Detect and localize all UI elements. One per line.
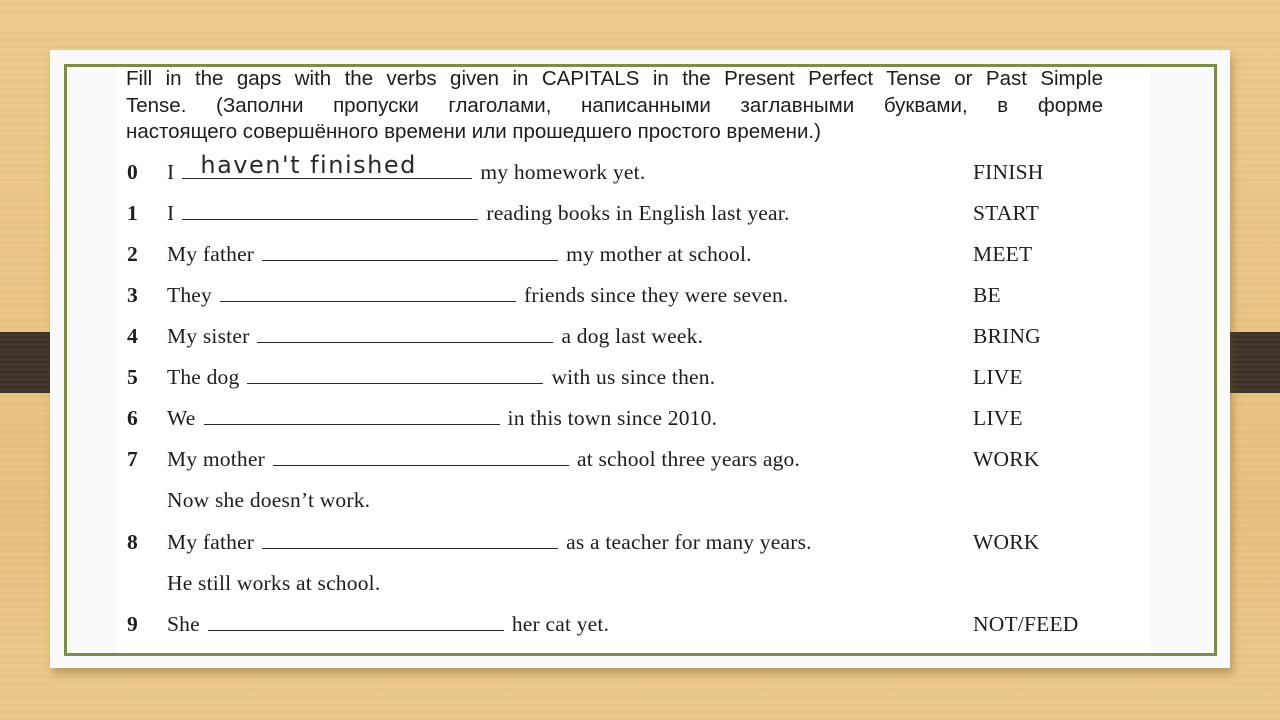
- sentence-end: at school three years ago.: [576, 447, 801, 471]
- exercise-sentence: She her cat yet.: [167, 612, 609, 637]
- exercise-sentence: My father my mother at school.: [167, 242, 752, 267]
- answer-blank[interactable]: [247, 365, 544, 384]
- sentence-end: her cat yet.: [511, 612, 610, 636]
- exercise-sentence: Ihaven't finished my homework yet.: [167, 151, 646, 185]
- sentence-end: friends since they were seven.: [523, 283, 789, 307]
- sentence-start: My father: [167, 242, 255, 266]
- exercise-sentence: My sister a dog last week.: [167, 324, 703, 349]
- instructions-line-1: Fill in the gaps with the verbs given in…: [126, 67, 1103, 90]
- exercise-row: 7 My mother at school three years ago. WO…: [0, 447, 1280, 477]
- exercise-sentence: They friends since they were seven.: [167, 283, 788, 308]
- answer-blank[interactable]: [207, 612, 504, 631]
- sentence-end: in this town since 2010.: [507, 406, 718, 430]
- exercise-row: 5 The dog with us since then. LIVE: [0, 365, 1280, 395]
- answer-blank[interactable]: [257, 324, 554, 343]
- answer-blank[interactable]: [262, 530, 559, 549]
- exercise-continuation: He still works at school.: [167, 571, 381, 595]
- verb-hint: WORK: [973, 447, 1040, 471]
- answer-blank[interactable]: [262, 242, 559, 261]
- exercise-sentence: Ireading books in English last year.: [167, 201, 790, 226]
- sentence-end: as a teacher for many years.: [566, 530, 812, 554]
- verb-hint: WORK: [973, 530, 1040, 554]
- exercise-row: 9 She her cat yet. NOT/FEED: [0, 612, 1280, 642]
- instructions-line-3: настоящего совершённого времени или прош…: [126, 120, 821, 143]
- answer-blank[interactable]: [203, 406, 500, 425]
- answer-blank[interactable]: haven't finished: [182, 151, 473, 179]
- sentence-start: She: [167, 612, 200, 636]
- exercise-row: 0 Ihaven't finished my homework yet. FINI…: [0, 151, 1280, 190]
- exercise-sentence: My father as a teacher for many years.: [167, 530, 812, 555]
- sentence-start: They: [167, 283, 212, 307]
- sentence-start: My mother: [167, 447, 265, 471]
- sentence-end: with us since then.: [551, 365, 716, 389]
- exercise-row: 3 They friends since they were seven. BE: [0, 283, 1280, 313]
- answer-blank[interactable]: [272, 447, 569, 466]
- exercise-number: 1: [127, 201, 138, 225]
- exercise-number: 9: [127, 612, 138, 636]
- sentence-end: a dog last week.: [561, 324, 704, 348]
- sentence-start: We: [167, 406, 196, 430]
- answer-blank[interactable]: [219, 283, 516, 302]
- exercise-number: 0: [127, 160, 138, 184]
- verb-hint: LIVE: [973, 365, 1023, 389]
- sentence-start: I: [167, 201, 175, 225]
- exercise-number: 8: [127, 530, 138, 554]
- exercise-row: 1 Ireading books in English last year. S…: [0, 201, 1280, 231]
- sentence-end: my homework yet.: [480, 160, 646, 184]
- exercise-continuation-row: He still works at school.: [0, 571, 1280, 601]
- exercise-row: 4 My sister a dog last week. BRING: [0, 324, 1280, 354]
- verb-hint: NOT/FEED: [973, 612, 1079, 636]
- verb-hint: BE: [973, 283, 1001, 307]
- sentence-start: My father: [167, 530, 255, 554]
- exercise-continuation: Now she doesn’t work.: [167, 488, 371, 512]
- exercise-number: 7: [127, 447, 138, 471]
- verb-hint: LIVE: [973, 406, 1023, 430]
- answer-blank[interactable]: [182, 201, 479, 220]
- exercise-sentence: The dog with us since then.: [167, 365, 715, 390]
- instructions-line-2: Tense. (Заполни пропуски глаголами, напи…: [126, 93, 1103, 117]
- handwritten-answer: haven't finished: [200, 151, 417, 179]
- sentence-start: My sister: [167, 324, 250, 348]
- verb-hint: FINISH: [973, 160, 1044, 184]
- exercise-row: 8 My father as a teacher for many years. …: [0, 530, 1280, 560]
- exercise-continuation-row: Now she doesn’t work.: [0, 488, 1280, 518]
- verb-hint: START: [973, 201, 1040, 225]
- exercise-number: 5: [127, 365, 138, 389]
- sentence-end: my mother at school.: [566, 242, 752, 266]
- sentence-end: reading books in English last year.: [486, 201, 790, 225]
- exercise-row: 6 We in this town since 2010. LIVE: [0, 406, 1280, 436]
- instructions: Fill in the gaps with the verbs given in…: [126, 66, 1103, 146]
- exercise-number: 2: [127, 242, 138, 266]
- sentence-start: The dog: [167, 365, 240, 389]
- sentence-start: I: [167, 160, 175, 184]
- exercise-number: 4: [127, 324, 138, 348]
- exercise-sentence: My mother at school three years ago.: [167, 447, 800, 472]
- exercise-number: 3: [127, 283, 138, 307]
- exercise-number: 6: [127, 406, 138, 430]
- verb-hint: BRING: [973, 324, 1041, 348]
- verb-hint: MEET: [973, 242, 1033, 266]
- exercise-sentence: We in this town since 2010.: [167, 406, 717, 431]
- exercise-row: 2 My father my mother at school. MEET: [0, 242, 1280, 272]
